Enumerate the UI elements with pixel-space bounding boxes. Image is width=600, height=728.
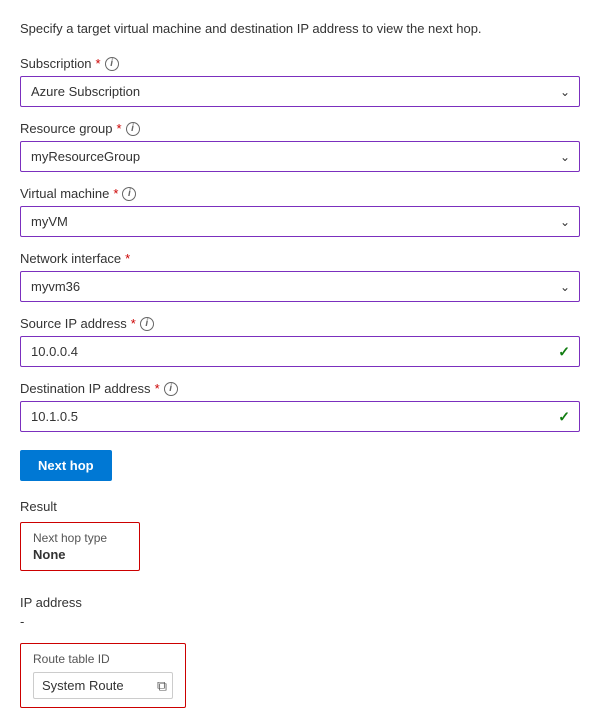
result-section-label: Result	[20, 499, 580, 514]
virtual-machine-label: Virtual machine * i	[20, 186, 580, 201]
virtual-machine-field: Virtual machine * i myVM ⌄	[20, 186, 580, 237]
copy-icon[interactable]: ⧉	[157, 677, 167, 694]
next-hop-button[interactable]: Next hop	[20, 450, 112, 481]
subscription-field: Subscription * i Azure Subscription ⌄	[20, 56, 580, 107]
result-section: Result Next hop type None	[20, 499, 580, 585]
network-interface-label: Network interface *	[20, 251, 580, 266]
resource-group-required-star: *	[117, 121, 122, 136]
resource-group-label-text: Resource group	[20, 121, 113, 136]
route-table-input[interactable]	[33, 672, 173, 699]
destination-ip-input-wrapper: ✓	[20, 401, 580, 432]
destination-ip-field: Destination IP address * i ✓	[20, 381, 580, 432]
subscription-dropdown-wrapper: Azure Subscription ⌄	[20, 76, 580, 107]
next-hop-type-label: Next hop type	[33, 531, 127, 545]
source-ip-required-star: *	[131, 316, 136, 331]
route-table-input-wrapper: ⧉	[33, 672, 173, 699]
next-hop-type-box: Next hop type None	[20, 522, 140, 571]
resource-group-field: Resource group * i myResourceGroup ⌄	[20, 121, 580, 172]
network-interface-select[interactable]: myvm36	[20, 271, 580, 302]
resource-group-label: Resource group * i	[20, 121, 580, 136]
page-description: Specify a target virtual machine and des…	[20, 20, 580, 38]
source-ip-field: Source IP address * i ✓	[20, 316, 580, 367]
destination-ip-check-icon: ✓	[558, 408, 570, 425]
network-interface-required-star: *	[125, 251, 130, 266]
subscription-info-icon[interactable]: i	[105, 57, 119, 71]
route-table-label: Route table ID	[33, 652, 173, 666]
source-ip-check-icon: ✓	[558, 343, 570, 360]
source-ip-label-text: Source IP address	[20, 316, 127, 331]
resource-group-select[interactable]: myResourceGroup	[20, 141, 580, 172]
virtual-machine-select[interactable]: myVM	[20, 206, 580, 237]
virtual-machine-dropdown-wrapper: myVM ⌄	[20, 206, 580, 237]
network-interface-field: Network interface * myvm36 ⌄	[20, 251, 580, 302]
subscription-label: Subscription * i	[20, 56, 580, 71]
source-ip-info-icon[interactable]: i	[140, 317, 154, 331]
resource-group-dropdown-wrapper: myResourceGroup ⌄	[20, 141, 580, 172]
source-ip-input-wrapper: ✓	[20, 336, 580, 367]
route-table-id-section: Route table ID ⧉	[20, 643, 580, 708]
destination-ip-label: Destination IP address * i	[20, 381, 580, 396]
ip-address-label: IP address	[20, 595, 580, 610]
next-hop-type-value: None	[33, 547, 127, 562]
virtual-machine-label-text: Virtual machine	[20, 186, 109, 201]
source-ip-input[interactable]	[20, 336, 580, 367]
destination-ip-required-star: *	[155, 381, 160, 396]
resource-group-info-icon[interactable]: i	[126, 122, 140, 136]
subscription-label-text: Subscription	[20, 56, 92, 71]
ip-address-value: -	[20, 614, 580, 629]
network-interface-dropdown-wrapper: myvm36 ⌄	[20, 271, 580, 302]
virtual-machine-info-icon[interactable]: i	[122, 187, 136, 201]
route-table-box: Route table ID ⧉	[20, 643, 186, 708]
subscription-select[interactable]: Azure Subscription	[20, 76, 580, 107]
virtual-machine-required-star: *	[113, 186, 118, 201]
destination-ip-label-text: Destination IP address	[20, 381, 151, 396]
network-interface-label-text: Network interface	[20, 251, 121, 266]
destination-ip-info-icon[interactable]: i	[164, 382, 178, 396]
destination-ip-input[interactable]	[20, 401, 580, 432]
source-ip-label: Source IP address * i	[20, 316, 580, 331]
ip-address-section: IP address -	[20, 595, 580, 629]
subscription-required-star: *	[96, 56, 101, 71]
